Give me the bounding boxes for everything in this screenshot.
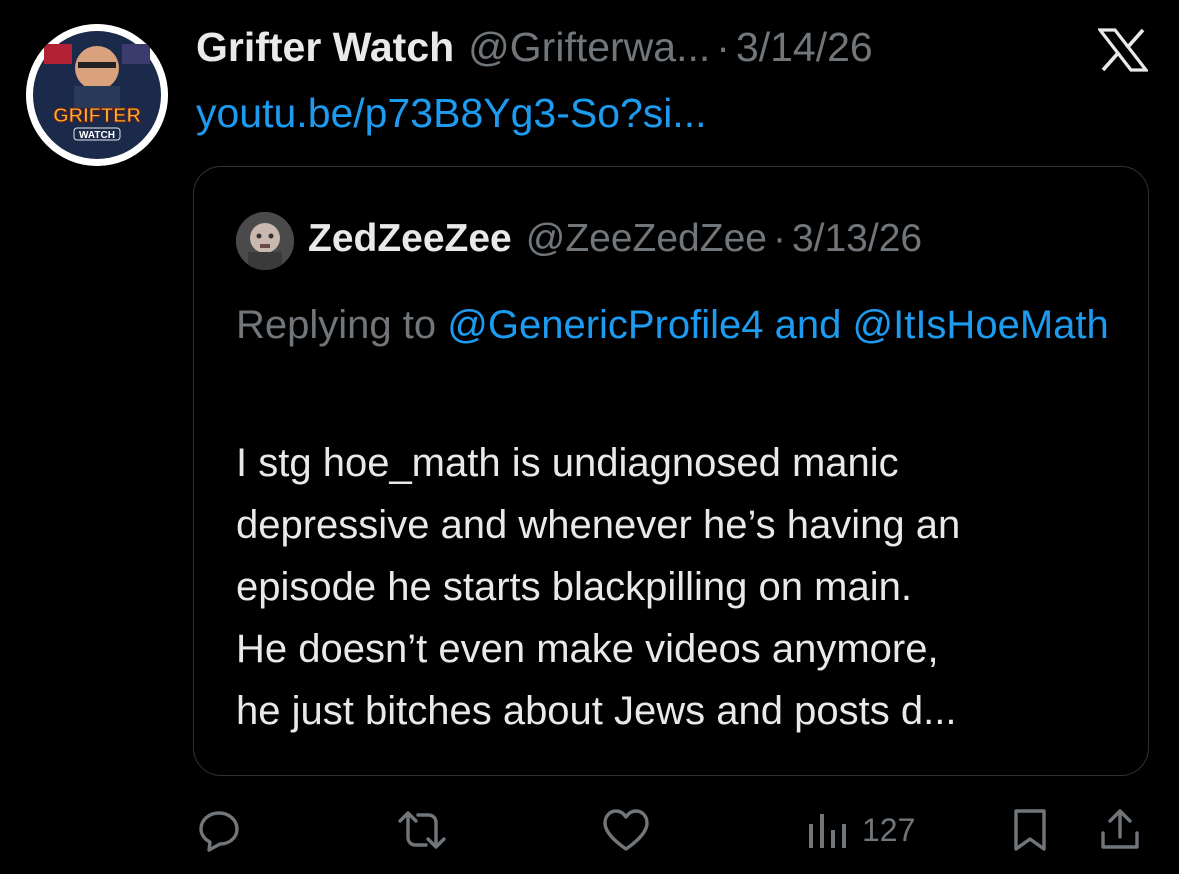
separator-dot: · xyxy=(772,217,786,260)
text-line: depressive and whenever he’s having an xyxy=(236,503,961,547)
replying-mentions[interactable]: @GenericProfile4 and @ItIsHoeMath xyxy=(447,303,1109,347)
author-handle[interactable]: @Grifterwa... xyxy=(468,22,710,72)
text-line: He doesn’t even make videos anymore, xyxy=(236,627,939,671)
quoted-display-name[interactable]: ZedZeeZee xyxy=(308,214,512,264)
quoted-header: ZedZeeZee @ZeeZedZee · 3/13/26 xyxy=(308,214,922,264)
x-logo-icon[interactable] xyxy=(1098,28,1148,72)
replying-prefix: Replying to xyxy=(236,303,448,347)
quoted-avatar-photo xyxy=(236,212,294,270)
repost-icon xyxy=(398,811,446,849)
svg-text:WATCH: WATCH xyxy=(79,130,115,141)
post-header: Grifter Watch @Grifterwa... · 3/14/26 xyxy=(196,22,873,72)
repost-button[interactable] xyxy=(396,806,448,854)
grifter-watch-logo: GRIFTER WATCH xyxy=(26,24,168,166)
reply-button[interactable] xyxy=(196,806,242,854)
like-button[interactable] xyxy=(601,806,651,854)
share-button[interactable] xyxy=(1098,806,1142,854)
bookmark-button[interactable] xyxy=(1010,806,1050,854)
quoted-tweet-text: I stg hoe_math is undiagnosed manic depr… xyxy=(236,432,1136,742)
views-count: 127 xyxy=(862,812,916,848)
post-date[interactable]: 3/14/26 xyxy=(736,22,873,72)
bookmark-icon xyxy=(1014,809,1046,851)
separator-dot: · xyxy=(716,24,730,70)
views-button[interactable]: 127 xyxy=(806,806,915,854)
text-line: episode he starts blackpilling on main. xyxy=(236,565,912,609)
text-line: I stg hoe_math is undiagnosed manic xyxy=(236,441,899,485)
svg-text:GRIFTER: GRIFTER xyxy=(53,105,141,127)
share-icon xyxy=(1101,809,1139,849)
heart-icon xyxy=(603,809,649,851)
author-avatar[interactable]: GRIFTER WATCH xyxy=(26,24,168,166)
quoted-author-avatar[interactable] xyxy=(236,212,294,270)
post-link[interactable]: youtu.be/p73B8Yg3-So?si... xyxy=(196,88,707,138)
quoted-date[interactable]: 3/13/26 xyxy=(792,214,922,264)
reply-icon xyxy=(199,811,239,852)
quoted-handle[interactable]: @ZeeZedZee xyxy=(526,214,767,264)
views-icon xyxy=(809,814,846,848)
replying-to: Replying to @GenericProfile4 and @ItIsHo… xyxy=(236,292,1116,358)
text-line: he just bitches about Jews and posts d..… xyxy=(236,689,957,733)
author-display-name[interactable]: Grifter Watch xyxy=(196,22,454,72)
